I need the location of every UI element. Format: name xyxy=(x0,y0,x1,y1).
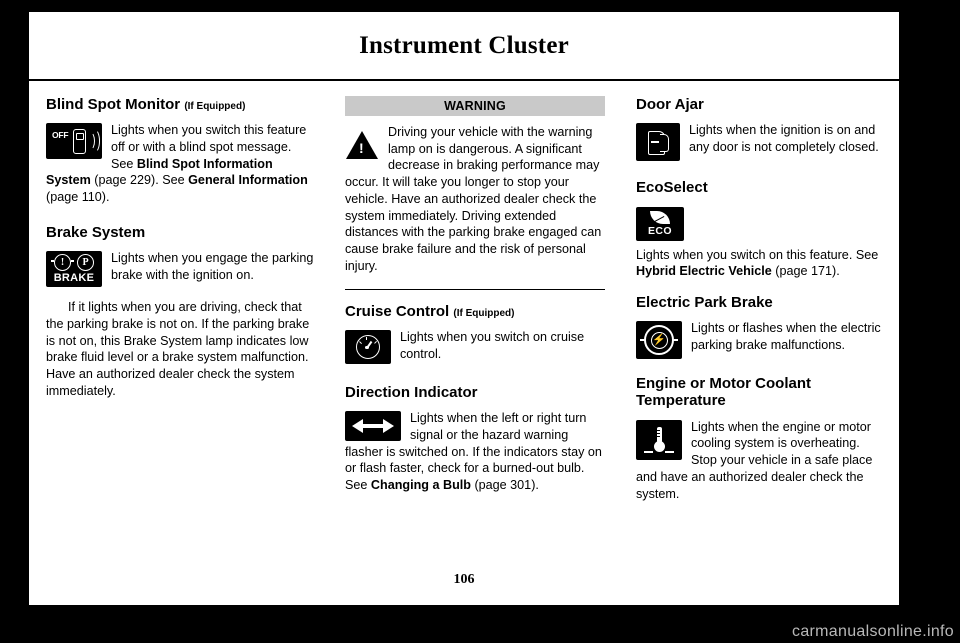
epb-icon-box: ⚡ xyxy=(636,321,682,360)
section-warning: WARNING ! Driving your vehicle with the … xyxy=(345,96,605,275)
section-electric-park-brake: Electric Park Brake ⚡ Lights or flashes … xyxy=(636,294,889,361)
warning-bar-label: WARNING xyxy=(345,96,605,116)
brake-warning-icon: ! P BRAKE xyxy=(46,251,102,288)
coolant-icon-box xyxy=(636,419,682,460)
warning-body-text: Driving your vehicle with the warning la… xyxy=(345,125,602,273)
eco-icon-box: ECO xyxy=(636,206,684,241)
warning-triangle-icon: ! xyxy=(345,127,379,159)
triangle-shape: ! xyxy=(346,131,378,159)
door-ajar-icon-box xyxy=(636,123,680,162)
eco-leaf-icon: ECO xyxy=(636,206,684,241)
blind-spot-icon-label: OFF xyxy=(52,130,69,141)
coolant-temperature-icon xyxy=(636,419,682,460)
blind-spot-monitor-off-icon: OFF xyxy=(46,123,102,160)
coolant-wave-left xyxy=(644,450,653,453)
thermometer-tick-1 xyxy=(657,429,660,432)
column-right: Door Ajar Lights when the ignition is on… xyxy=(619,84,899,584)
section-blind-spot-monitor: Blind Spot Monitor (If Equipped) OFF Lig… xyxy=(46,96,317,206)
blind-spot-icon-box: OFF xyxy=(46,123,102,160)
leaf-shape xyxy=(650,210,670,224)
dial-tick-1 xyxy=(359,340,363,344)
epb-dash-left xyxy=(640,339,645,342)
direction-indicator-heading: Direction Indicator xyxy=(345,383,478,401)
door-seat-line xyxy=(651,141,659,143)
section-direction-indicator: Direction Indicator Lights when the left… xyxy=(345,384,605,494)
brake-icon-box: ! P BRAKE xyxy=(46,251,102,288)
page-title: Instrument Cluster xyxy=(359,31,569,59)
thermometer-bulb xyxy=(654,440,665,452)
radar-arc-outer xyxy=(89,129,100,154)
cruise-control-heading-note: (If Equipped) xyxy=(453,307,515,319)
section-brake-system: Brake System ! P BRAKE Lights when you e… xyxy=(46,224,317,400)
door-ajar-heading: Door Ajar xyxy=(636,96,704,113)
blind-spot-heading-text: Blind Spot Monitor xyxy=(46,96,181,113)
cruise-icon-box xyxy=(345,329,391,364)
direction-indicator-text-2: (page 301). xyxy=(470,478,539,493)
door-open-panel xyxy=(660,134,669,153)
direction-indicator-bold-1: Changing a Bulb xyxy=(370,478,471,493)
eco-inner: ECO xyxy=(648,210,672,237)
coolant-wave-right xyxy=(665,450,674,453)
ecoselect-text-1: Lights when you switch on this feature. … xyxy=(636,247,879,262)
door-ajar-icon xyxy=(636,123,680,162)
brake-parking-icon: P xyxy=(77,254,94,272)
ecoselect-body: Lights when you switch on this feature. … xyxy=(636,247,889,280)
page-number: 106 xyxy=(453,572,475,587)
section-cruise-control: Cruise Control (If Equipped) Lights when… xyxy=(345,303,605,366)
blind-spot-bold-2: General Information xyxy=(188,173,308,188)
blind-spot-text-2: (page 229). See xyxy=(90,173,189,188)
watermark: carmanualsonline.info xyxy=(792,623,954,640)
document-sheet: Instrument Cluster Blind Spot Monitor (I… xyxy=(29,12,899,605)
ecoselect-heading: EcoSelect xyxy=(636,179,708,197)
blind-spot-heading-note: (If Equipped) xyxy=(184,101,246,112)
electric-park-brake-icon: ⚡ xyxy=(636,321,682,360)
direction-icon-box xyxy=(345,411,401,442)
header-divider xyxy=(29,79,899,81)
ecoselect-text-2: (page 171). xyxy=(771,264,840,279)
exclamation-glyph: ! xyxy=(359,140,364,156)
door-shape xyxy=(646,129,670,156)
section-divider xyxy=(345,288,605,290)
coolant-temperature-heading: Engine or Motor Coolant Temperature xyxy=(636,375,811,410)
blind-spot-heading: Blind Spot Monitor (If Equipped) xyxy=(46,96,317,113)
arrow-bar xyxy=(361,424,385,429)
eco-icon-label: ECO xyxy=(648,224,672,237)
thermometer-shape xyxy=(644,426,674,454)
section-ecoselect: EcoSelect ECO Lights when you switch on … xyxy=(636,179,889,280)
section-coolant-temperature: Engine or Motor Coolant Temperature Ligh… xyxy=(636,375,889,502)
cruise-control-heading: Cruise Control (If Equipped) xyxy=(345,303,605,320)
brake-exclamation-icon: ! xyxy=(51,254,74,272)
thermometer-tick-3 xyxy=(657,435,660,438)
brake-icon-label: BRAKE xyxy=(53,272,95,285)
section-door-ajar: Door Ajar Lights when the ignition is on… xyxy=(636,96,889,163)
warning-triangle-box: ! xyxy=(345,127,379,159)
ecoselect-bold-1: Hybrid Electric Vehicle xyxy=(636,264,772,279)
epb-inner-ring: ⚡ xyxy=(650,331,668,349)
epb-bolt-glyph: ⚡ xyxy=(652,333,666,346)
page-root: Instrument Cluster Blind Spot Monitor (I… xyxy=(0,0,960,643)
brake-system-text-2: If it lights when you are driving, check… xyxy=(46,300,310,398)
thermometer-tick-2 xyxy=(657,432,660,435)
content-columns: Blind Spot Monitor (If Equipped) OFF Lig… xyxy=(29,84,899,584)
cruise-control-heading-text: Cruise Control xyxy=(345,302,450,320)
dial-tick-3 xyxy=(366,337,368,341)
brake-symbols: ! P xyxy=(46,254,102,272)
column-middle: WARNING ! Driving your vehicle with the … xyxy=(329,84,619,584)
cruise-control-icon xyxy=(345,329,391,364)
car-shape xyxy=(73,129,86,155)
page-header: Instrument Cluster xyxy=(29,12,899,79)
speedometer-dial xyxy=(356,334,380,359)
epb-dash-right xyxy=(673,339,678,342)
dial-tick-2 xyxy=(373,340,377,344)
dial-center xyxy=(365,345,369,350)
blind-spot-text-3: (page 110). xyxy=(46,190,110,205)
direction-indicator-icon xyxy=(345,411,401,442)
electric-park-brake-heading: Electric Park Brake xyxy=(636,293,773,311)
brake-system-heading: Brake System xyxy=(46,223,146,241)
epb-outer-ring: ⚡ xyxy=(640,325,678,356)
column-left: Blind Spot Monitor (If Equipped) OFF Lig… xyxy=(29,84,329,584)
double-arrow-shape xyxy=(352,419,394,434)
